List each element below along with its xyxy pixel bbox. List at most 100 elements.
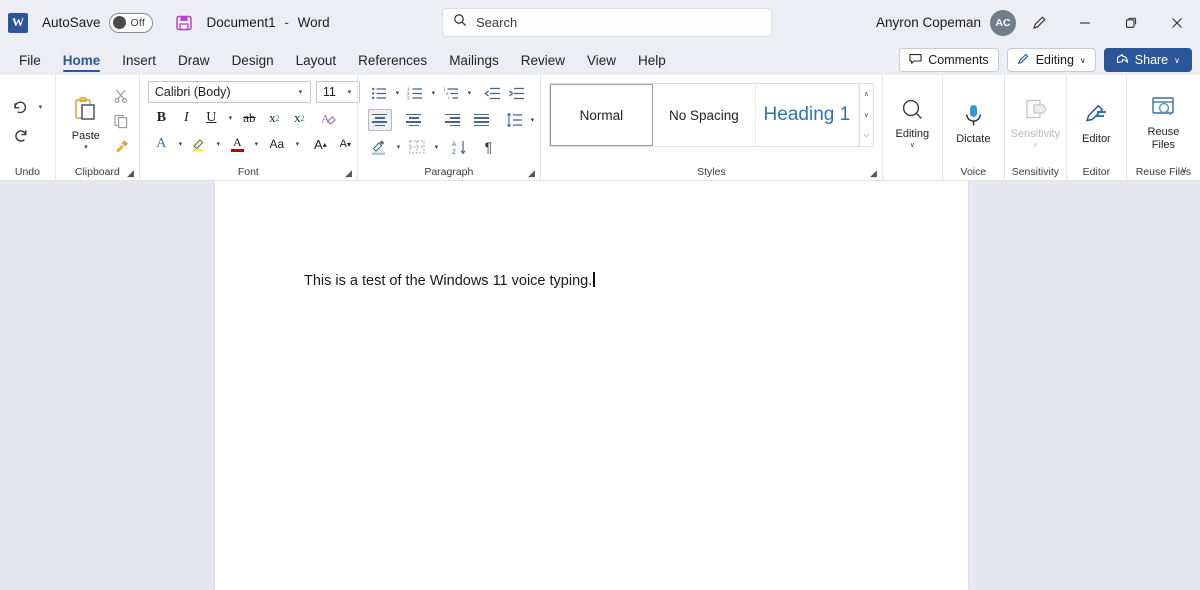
paragraph-dialog-launcher-icon[interactable]: ◢ bbox=[528, 168, 535, 179]
autosave-label: AutoSave bbox=[42, 15, 101, 30]
bullet-list-icon[interactable] bbox=[368, 82, 391, 104]
align-left-icon[interactable] bbox=[367, 109, 392, 131]
autosave-toggle[interactable]: Off bbox=[108, 12, 153, 33]
borders-icon[interactable] bbox=[406, 136, 429, 158]
tab-mailings[interactable]: Mailings bbox=[438, 51, 510, 75]
document-page[interactable]: This is a test of the Windows 11 voice t… bbox=[215, 181, 968, 590]
paste-dropdown-chevron-icon[interactable]: ▾ bbox=[80, 143, 91, 151]
share-label: Share bbox=[1134, 53, 1169, 67]
highlighter-icon[interactable] bbox=[188, 133, 211, 155]
tab-insert[interactable]: Insert bbox=[111, 51, 167, 75]
redo-arrow-icon[interactable] bbox=[9, 124, 32, 146]
grow-font-button[interactable]: A ▴ bbox=[309, 133, 332, 155]
close-button[interactable] bbox=[1154, 0, 1200, 45]
shrink-font-button[interactable]: A ▾ bbox=[334, 133, 357, 155]
minimize-button[interactable] bbox=[1062, 0, 1108, 45]
style-no-spacing[interactable]: No Spacing bbox=[653, 84, 756, 146]
font-dialog-launcher-icon[interactable]: ◢ bbox=[345, 168, 352, 179]
styles-dialog-launcher-icon[interactable]: ◢ bbox=[870, 168, 877, 179]
tab-draw[interactable]: Draw bbox=[167, 51, 221, 75]
pen-ink-icon[interactable] bbox=[1016, 0, 1062, 45]
tab-view[interactable]: View bbox=[576, 51, 627, 75]
italic-button[interactable]: I bbox=[175, 107, 198, 129]
superscript-button[interactable]: x2 bbox=[288, 107, 311, 129]
sensitivity-button[interactable]: Sensitivity ∨ bbox=[1011, 79, 1060, 163]
style-heading-1[interactable]: Heading 1 bbox=[756, 84, 859, 146]
tab-home[interactable]: Home bbox=[52, 51, 112, 75]
tab-layout[interactable]: Layout bbox=[285, 51, 348, 75]
collapse-ribbon-chevron-icon[interactable]: ∨ bbox=[1174, 165, 1194, 176]
editor-button[interactable]: Editor bbox=[1073, 79, 1120, 163]
tab-review[interactable]: Review bbox=[510, 51, 576, 75]
line-spacing-chevron-icon[interactable]: ▾ bbox=[527, 116, 538, 124]
editing-button[interactable]: Editing ∨ bbox=[889, 79, 936, 163]
bold-button[interactable]: B bbox=[150, 107, 173, 129]
increase-indent-icon[interactable] bbox=[505, 82, 528, 104]
save-floppy-icon[interactable] bbox=[173, 12, 195, 34]
line-spacing-icon[interactable] bbox=[504, 109, 527, 131]
borders-chevron-icon[interactable]: ▾ bbox=[431, 143, 442, 151]
paragraph-group-body: ▾ 1 2 3 ▾ 1 a i ▾ ▾ ▾ ▾ A Z ¶ bbox=[358, 79, 540, 163]
text-cursor bbox=[593, 272, 595, 287]
search-input[interactable]: Search bbox=[442, 8, 772, 37]
dictate-button[interactable]: Dictate bbox=[949, 79, 998, 163]
underline-button[interactable]: U bbox=[200, 107, 223, 129]
styles-scroll-down-icon[interactable]: ∨ bbox=[860, 104, 873, 125]
style-normal[interactable]: Normal bbox=[549, 84, 653, 146]
subscript-button[interactable]: x2 bbox=[263, 107, 286, 129]
numbering-chevron-icon[interactable]: ▾ bbox=[428, 89, 439, 97]
styles-scroll-up-icon[interactable]: ∧ bbox=[860, 84, 873, 104]
formatting-marks-icon[interactable]: ¶ bbox=[477, 136, 500, 158]
styles-scrollbar[interactable]: ∧ ∨ ⌵ bbox=[858, 84, 873, 146]
editing-mode-button[interactable]: Editing ∨ bbox=[1006, 48, 1096, 72]
highlight-chevron-icon[interactable]: ▾ bbox=[213, 140, 224, 148]
text-effects-button[interactable]: A bbox=[150, 133, 173, 155]
document-title[interactable]: Document1 - Word bbox=[207, 15, 330, 30]
share-button[interactable]: Share ∨ bbox=[1103, 48, 1192, 72]
text-effects-chevron-icon[interactable]: ▾ bbox=[175, 140, 186, 148]
font-size-input[interactable]: 11 ▾ bbox=[315, 81, 360, 103]
font-color-button[interactable]: A bbox=[226, 133, 249, 155]
align-center-icon[interactable] bbox=[402, 109, 426, 131]
comments-button[interactable]: Comments bbox=[899, 48, 999, 72]
styles-more-icon[interactable]: ⌵ bbox=[860, 126, 873, 146]
font-size-chevron-icon[interactable]: ▾ bbox=[344, 88, 355, 96]
underline-chevron-icon[interactable]: ▾ bbox=[225, 114, 236, 122]
shading-chevron-icon[interactable]: ▾ bbox=[393, 143, 404, 151]
editing-chevron-icon[interactable]: ∨ bbox=[907, 141, 918, 149]
sort-az-icon[interactable]: A Z bbox=[449, 136, 472, 158]
multilevel-list-icon[interactable]: 1 a i bbox=[440, 82, 463, 104]
font-color-chevron-icon[interactable]: ▾ bbox=[251, 140, 262, 148]
align-right-icon[interactable] bbox=[436, 109, 460, 131]
editor-group-body: Editor bbox=[1067, 79, 1126, 163]
tab-references[interactable]: References bbox=[347, 51, 438, 75]
clipboard-dialog-launcher-icon[interactable]: ◢ bbox=[127, 168, 134, 179]
tab-file[interactable]: File bbox=[8, 51, 52, 75]
tab-design[interactable]: Design bbox=[221, 51, 285, 75]
avatar[interactable]: AC bbox=[990, 9, 1016, 36]
clear-formatting-icon[interactable]: A bbox=[317, 107, 340, 129]
format-painter-icon[interactable] bbox=[110, 135, 133, 157]
strikethrough-button[interactable]: ab bbox=[238, 107, 261, 129]
shading-icon[interactable] bbox=[368, 136, 391, 158]
sensitivity-chevron-icon[interactable]: ∨ bbox=[1030, 141, 1041, 149]
change-case-chevron-icon[interactable]: ▾ bbox=[292, 140, 303, 148]
undo-arrow-icon[interactable] bbox=[9, 96, 32, 118]
justify-icon[interactable] bbox=[470, 109, 494, 131]
copy-icon[interactable] bbox=[110, 110, 133, 132]
tab-help[interactable]: Help bbox=[627, 51, 677, 75]
decrease-indent-icon[interactable] bbox=[481, 82, 504, 104]
bullets-chevron-icon[interactable]: ▾ bbox=[392, 89, 403, 97]
maximize-button[interactable] bbox=[1108, 0, 1154, 45]
font-name-input[interactable]: Calibri (Body) ▾ bbox=[147, 81, 311, 103]
font-name-chevron-icon[interactable]: ▾ bbox=[295, 88, 306, 96]
editing-button-label: Editing bbox=[895, 128, 930, 140]
reuse-files-button[interactable]: Reuse Files bbox=[1135, 79, 1191, 163]
paste-button[interactable]: Paste ▾ bbox=[62, 84, 110, 158]
numbered-list-icon[interactable]: 1 2 3 bbox=[404, 82, 427, 104]
cut-scissors-icon[interactable] bbox=[110, 85, 133, 107]
multilevel-chevron-icon[interactable]: ▾ bbox=[464, 89, 475, 97]
change-case-button[interactable]: Aa bbox=[264, 133, 290, 155]
document-body-text[interactable]: This is a test of the Windows 11 voice t… bbox=[304, 272, 595, 289]
undo-dropdown-chevron-icon[interactable]: ▾ bbox=[35, 103, 46, 111]
